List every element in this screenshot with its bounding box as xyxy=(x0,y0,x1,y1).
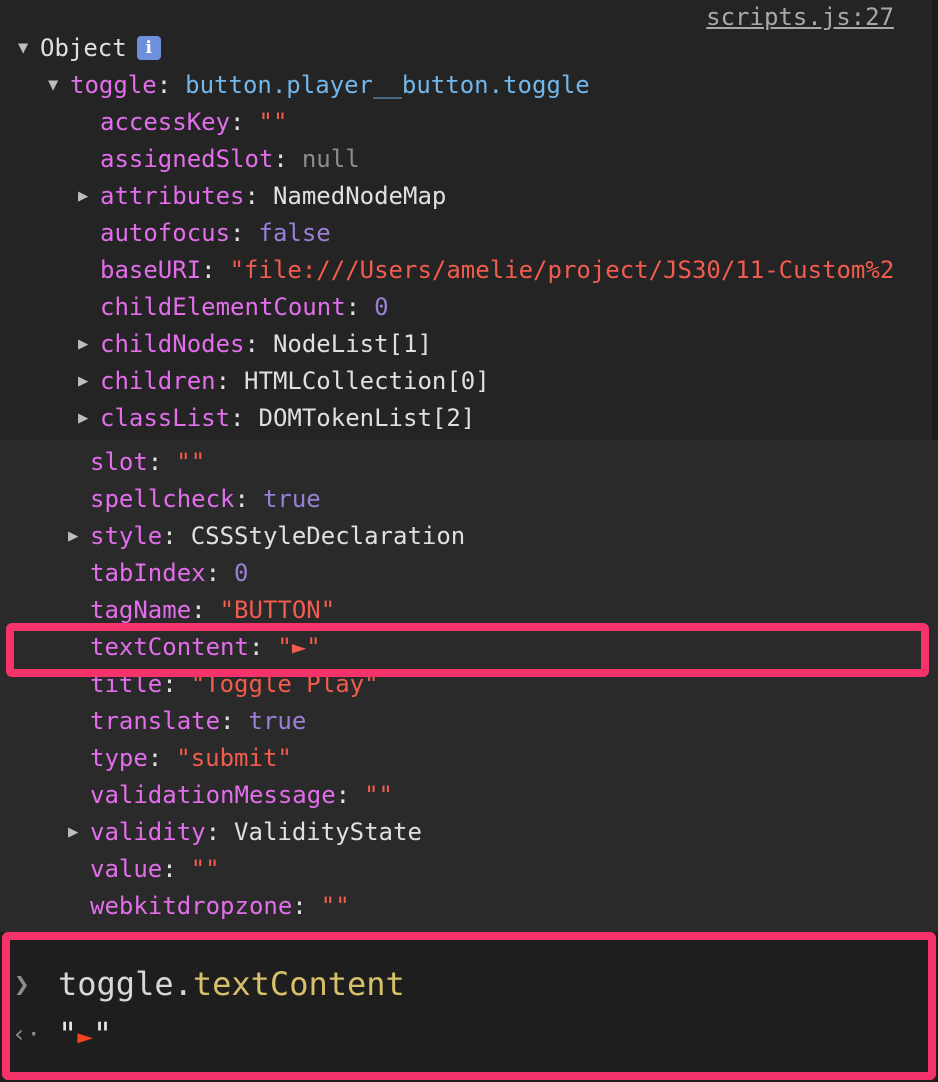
property-key: autofocus xyxy=(100,219,231,247)
property-row-style[interactable]: ▶ style: CSSStyleDeclaration xyxy=(68,518,465,554)
property-value: ValidityState xyxy=(234,818,422,846)
property-value: "" xyxy=(320,892,350,920)
property-key: spellcheck xyxy=(90,485,235,513)
toggle-row[interactable]: ▼ toggle: button.player__button.toggle xyxy=(48,67,590,103)
property-row-slot: slot: "" xyxy=(68,444,205,480)
property-key: style xyxy=(90,522,163,550)
property-key: accessKey xyxy=(100,108,231,136)
toggle-key: toggle xyxy=(70,71,157,99)
property-row-type: type: "submit" xyxy=(68,740,292,776)
property-key: classList xyxy=(100,404,231,432)
toggle-value: button.player__button.toggle xyxy=(185,71,590,99)
property-row-accesskey: accessKey: "" xyxy=(78,104,287,140)
property-row-assignedslot: assignedSlot: null xyxy=(78,141,360,177)
property-row-attributes[interactable]: ▶ attributes: NamedNodeMap xyxy=(78,178,446,214)
collapsed-triangle-icon[interactable]: ▶ xyxy=(68,814,90,850)
property-row-validationmessage: validationMessage: "" xyxy=(68,777,393,813)
property-value: 0 xyxy=(374,293,389,321)
property-key: childElementCount xyxy=(100,293,346,321)
source-link[interactable]: scripts.js:27 xyxy=(706,2,894,32)
collapsed-triangle-icon[interactable]: ▶ xyxy=(78,400,100,436)
property-key: type xyxy=(90,744,148,772)
property-row-autofocus: autofocus: false xyxy=(78,215,331,251)
collapsed-triangle-icon[interactable]: ▶ xyxy=(78,326,100,362)
property-value: false xyxy=(258,219,331,247)
property-row-spellcheck: spellcheck: true xyxy=(68,481,321,517)
property-key: assignedSlot xyxy=(100,145,274,173)
property-value: true xyxy=(248,707,307,735)
property-value: "" xyxy=(258,108,288,136)
property-value: "file:///Users/amelie/project/JS30/11-Cu… xyxy=(229,256,895,284)
collapsed-triangle-icon[interactable]: ▶ xyxy=(68,518,90,554)
property-value: NamedNodeMap xyxy=(272,182,447,210)
object-root-row[interactable]: ▼ Object i xyxy=(18,30,161,66)
property-row-validity[interactable]: ▶ validity: ValidityState xyxy=(68,814,422,850)
property-key: translate xyxy=(90,707,221,735)
property-row-translate: translate: true xyxy=(68,703,306,739)
property-value: true xyxy=(262,485,321,513)
property-row-webkitdropzone: webkitdropzone: "" xyxy=(68,888,350,924)
expanded-triangle-icon[interactable]: ▼ xyxy=(48,67,70,103)
property-key: baseURI xyxy=(100,256,202,284)
property-value: CSSStyleDeclaration xyxy=(190,522,466,550)
property-key: attributes xyxy=(100,182,245,210)
property-value: "submit" xyxy=(176,744,292,772)
property-key: value xyxy=(90,855,163,883)
property-row-tabindex: tabIndex:0 xyxy=(68,555,249,591)
property-value: 0 xyxy=(234,559,249,587)
property-value: "" xyxy=(176,448,206,476)
textcontent-highlight xyxy=(6,623,929,677)
info-icon[interactable]: i xyxy=(136,36,161,60)
property-key: children xyxy=(100,367,216,395)
property-row-childelementcount: childElementCount:0 xyxy=(78,289,389,325)
property-value: DOMTokenList[2] xyxy=(258,404,476,432)
object-inspector-scrolled: slot: "" spellcheck: true ▶ style: CSSStyleDec… xyxy=(0,440,938,932)
property-value: HTMLCollection[0] xyxy=(244,367,490,395)
property-value: null xyxy=(301,145,360,173)
collapsed-triangle-icon[interactable]: ▶ xyxy=(78,178,100,214)
property-key: webkitdropzone xyxy=(90,892,293,920)
property-key: tabIndex xyxy=(90,559,206,587)
console-highlight xyxy=(2,932,936,1080)
property-value: NodeList[1] xyxy=(272,330,432,358)
property-row-baseuri: baseURI: "file:///Users/amelie/project/JS… xyxy=(78,252,894,288)
object-inspector-top: scripts.js:27 ▼ Object i ▼ toggle: butto… xyxy=(0,0,938,440)
property-key: validationMessage xyxy=(90,781,336,809)
property-key: validity xyxy=(90,818,206,846)
property-key: slot xyxy=(90,448,148,476)
expanded-triangle-icon[interactable]: ▼ xyxy=(18,30,40,66)
object-label: Object xyxy=(40,34,127,62)
clipped-row xyxy=(90,920,104,932)
property-value: "" xyxy=(364,781,393,809)
property-key: childNodes xyxy=(100,330,245,358)
property-value: "" xyxy=(190,855,220,883)
property-row-childnodes[interactable]: ▶ childNodes: NodeList[1] xyxy=(78,326,432,362)
property-row-value: value: "" xyxy=(68,851,220,887)
property-row-children[interactable]: ▶ children: HTMLCollection[0] xyxy=(78,363,490,399)
property-row-classlist[interactable]: ▶ classList: DOMTokenList[2] xyxy=(78,400,475,436)
collapsed-triangle-icon[interactable]: ▶ xyxy=(78,363,100,399)
